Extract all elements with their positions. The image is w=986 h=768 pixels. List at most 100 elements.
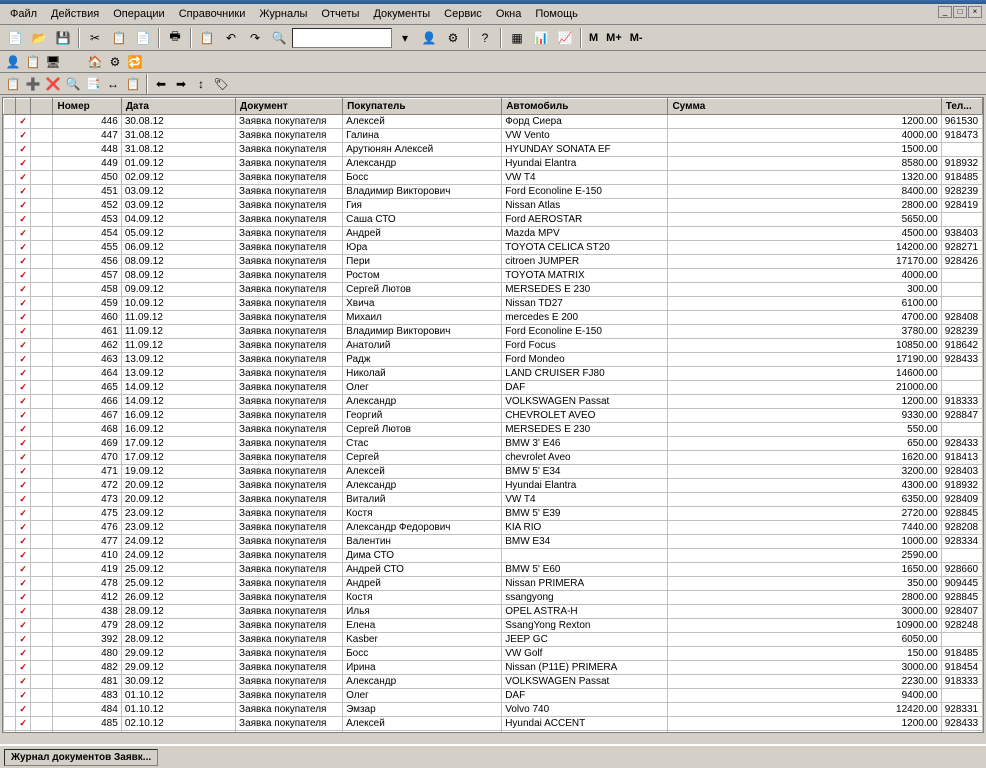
nav2-icon[interactable]: 📋 bbox=[24, 53, 42, 71]
table-row[interactable]: ✓46011.09.12Заявка покупателяМихаилmerce… bbox=[4, 311, 983, 325]
t3-9-icon[interactable]: ➡ bbox=[172, 75, 190, 93]
paste-icon[interactable]: 📄 bbox=[132, 27, 154, 49]
table-row[interactable]: ✓44901.09.12Заявка покупателяАлександрHy… bbox=[4, 157, 983, 171]
close-button[interactable]: × bbox=[968, 6, 982, 18]
cut-icon[interactable]: ✂ bbox=[84, 27, 106, 49]
table-icon[interactable]: ▦ bbox=[506, 27, 528, 49]
nav6-icon[interactable]: 🔁 bbox=[126, 53, 144, 71]
table-row[interactable]: ✓46413.09.12Заявка покупателяНиколайLAND… bbox=[4, 367, 983, 381]
search-combo[interactable] bbox=[292, 28, 392, 48]
filter-icon[interactable]: ⚙ bbox=[442, 27, 464, 49]
table-row[interactable]: ✓47220.09.12Заявка покупателяАлександрHy… bbox=[4, 479, 983, 493]
table-row[interactable]: ✓47928.09.12Заявка покупателяЕленаSsangY… bbox=[4, 619, 983, 633]
table-row[interactable]: ✓48502.10.12Заявка покупателяАлексейHyun… bbox=[4, 717, 983, 731]
copy-icon[interactable]: 📋 bbox=[108, 27, 130, 49]
table-row[interactable]: ✓47320.09.12Заявка покупателяВиталийVW T… bbox=[4, 493, 983, 507]
t3-2-icon[interactable]: ➕ bbox=[24, 75, 42, 93]
save-icon[interactable]: 💾 bbox=[52, 27, 74, 49]
maximize-button[interactable]: □ bbox=[953, 6, 967, 18]
table-row[interactable]: ✓46111.09.12Заявка покупателяВладимир Ви… bbox=[4, 325, 983, 339]
table-row[interactable]: ✓47724.09.12Заявка покупателяВалентинBMW… bbox=[4, 535, 983, 549]
col-marker3[interactable] bbox=[31, 99, 53, 115]
menu-actions[interactable]: Действия bbox=[45, 6, 105, 22]
table-row[interactable]: ✓45506.09.12Заявка покупателяЮраTOYOTA C… bbox=[4, 241, 983, 255]
doc-icon[interactable]: 📋 bbox=[196, 27, 218, 49]
table-row[interactable]: ✓46816.09.12Заявка покупателяСергей Люто… bbox=[4, 423, 983, 437]
table-row[interactable]: ✓48130.09.12Заявка покупателяАлександрVO… bbox=[4, 675, 983, 689]
menu-reports[interactable]: Отчеты bbox=[315, 6, 365, 22]
t3-3-icon[interactable]: ❌ bbox=[44, 75, 62, 93]
table-row[interactable]: ✓47825.09.12Заявка покупателяАндрейNissa… bbox=[4, 577, 983, 591]
menu-documents[interactable]: Документы bbox=[367, 6, 436, 22]
t3-11-icon[interactable]: 🏷 bbox=[212, 75, 230, 93]
memory-m[interactable]: M bbox=[586, 32, 601, 44]
menu-journals[interactable]: Журналы bbox=[253, 6, 313, 22]
table-row[interactable]: ✓45304.09.12Заявка покупателяСаша СТОFor… bbox=[4, 213, 983, 227]
t3-1-icon[interactable]: 📋 bbox=[4, 75, 22, 93]
table-row[interactable]: ✓41925.09.12Заявка покупателяАндрей СТОB… bbox=[4, 563, 983, 577]
col-date[interactable]: Дата bbox=[121, 99, 235, 115]
chart-icon[interactable]: 📊 bbox=[530, 27, 552, 49]
table-row[interactable]: ✓46211.09.12Заявка покупателяАнатолийFor… bbox=[4, 339, 983, 353]
t3-8-icon[interactable]: ⬅ bbox=[152, 75, 170, 93]
table-row[interactable]: ✓41024.09.12Заявка покупателяДима СТО259… bbox=[4, 549, 983, 563]
report-icon[interactable]: 📈 bbox=[554, 27, 576, 49]
t3-5-icon[interactable]: 📑 bbox=[84, 75, 102, 93]
table-row[interactable]: ✓46716.09.12Заявка покупателяГеоргийCHEV… bbox=[4, 409, 983, 423]
col-car[interactable]: Автомобиль bbox=[502, 99, 668, 115]
table-row[interactable]: ✓47017.09.12Заявка покупателяСергейchevr… bbox=[4, 451, 983, 465]
menu-windows[interactable]: Окна bbox=[490, 6, 528, 22]
col-marker2[interactable] bbox=[16, 99, 31, 115]
table-row[interactable]: ✓45708.09.12Заявка покупателяРостомTOYOT… bbox=[4, 269, 983, 283]
new-icon[interactable]: 📄 bbox=[4, 27, 26, 49]
memory-mm[interactable]: M- bbox=[627, 32, 646, 44]
help-icon[interactable]: ? bbox=[474, 27, 496, 49]
table-row[interactable]: ✓46313.09.12Заявка покупателяРаджFord Mo… bbox=[4, 353, 983, 367]
table-row[interactable]: ✓45203.09.12Заявка покупателяГияNissan A… bbox=[4, 199, 983, 213]
menu-file[interactable]: Файл bbox=[4, 6, 43, 22]
menu-service[interactable]: Сервис bbox=[438, 6, 488, 22]
nav5-icon[interactable]: ⚙ bbox=[106, 53, 124, 71]
table-row[interactable]: ✓45103.09.12Заявка покупателяВладимир Ви… bbox=[4, 185, 983, 199]
user-icon[interactable]: 👤 bbox=[418, 27, 440, 49]
table-row[interactable]: ✓44831.08.12Заявка покупателяАрутюнян Ал… bbox=[4, 143, 983, 157]
col-number[interactable]: Номер bbox=[53, 99, 121, 115]
taskbar-button[interactable]: Журнал документов Заявк... bbox=[4, 749, 158, 766]
table-row[interactable]: ✓44731.08.12Заявка покупателяГалинаVW Ve… bbox=[4, 129, 983, 143]
table-row[interactable]: ✓39228.09.12Заявка покупателяKasberJEEP … bbox=[4, 633, 983, 647]
table-row[interactable]: ✓43828.09.12Заявка покупателяИльяOPEL AS… bbox=[4, 605, 983, 619]
minimize-button[interactable]: _ bbox=[938, 6, 952, 18]
redo-icon[interactable]: ↷ bbox=[244, 27, 266, 49]
menu-help[interactable]: Помощь bbox=[529, 6, 584, 22]
t3-6-icon[interactable]: ↔ bbox=[104, 75, 122, 93]
table-row[interactable]: ✓46917.09.12Заявка покупателяСтасBMW 3' … bbox=[4, 437, 983, 451]
menu-operations[interactable]: Операции bbox=[107, 6, 170, 22]
table-row[interactable]: ✓48301.10.12Заявка покупателяОлегDAF9400… bbox=[4, 689, 983, 703]
col-buyer[interactable]: Покупатель bbox=[343, 99, 502, 115]
col-sum[interactable]: Сумма bbox=[668, 99, 941, 115]
table-row[interactable]: ✓47523.09.12Заявка покупателяКостяBMW 5'… bbox=[4, 507, 983, 521]
table-row[interactable]: ✓48401.10.12Заявка покупателяЭмзарVolvo … bbox=[4, 703, 983, 717]
undo-icon[interactable]: ↶ bbox=[220, 27, 242, 49]
nav3-icon[interactable]: 🖥 bbox=[44, 53, 62, 71]
table-row[interactable]: ✓48029.09.12Заявка покупателяБоссVW Golf… bbox=[4, 647, 983, 661]
col-document[interactable]: Документ bbox=[236, 99, 343, 115]
open-icon[interactable]: 📂 bbox=[28, 27, 50, 49]
table-row[interactable]: ✓45002.09.12Заявка покупателяБоссVW T413… bbox=[4, 171, 983, 185]
table-row[interactable]: ✓45608.09.12Заявка покупателяПериcitroen… bbox=[4, 255, 983, 269]
table-row[interactable]: ✓48229.09.12Заявка покупателяИринаNissan… bbox=[4, 661, 983, 675]
table-row[interactable]: ✓47623.09.12Заявка покупателяАлександр Ф… bbox=[4, 521, 983, 535]
t3-4-icon[interactable]: 🔍 bbox=[64, 75, 82, 93]
document-grid[interactable]: Номер Дата Документ Покупатель Автомобил… bbox=[2, 97, 984, 733]
table-row[interactable]: ✓41226.09.12Заявка покупателяКостяssangy… bbox=[4, 591, 983, 605]
table-row[interactable]: ✓46514.09.12Заявка покупателяОлегDAF2100… bbox=[4, 381, 983, 395]
table-row[interactable]: ✓44630.08.12Заявка покупателяАлексейФорд… bbox=[4, 115, 983, 129]
table-row[interactable]: ✓46614.09.12Заявка покупателяАлександрVO… bbox=[4, 395, 983, 409]
print-icon[interactable]: 🖶 bbox=[164, 27, 186, 49]
nav4-icon[interactable]: 🏠 bbox=[86, 53, 104, 71]
col-marker1[interactable] bbox=[4, 99, 16, 115]
table-row[interactable]: ✓45809.09.12Заявка покупателяСергей Люто… bbox=[4, 283, 983, 297]
col-phone[interactable]: Тел... bbox=[941, 99, 982, 115]
table-row[interactable]: ✓45910.09.12Заявка покупателяХвичаNissan… bbox=[4, 297, 983, 311]
menu-ref[interactable]: Справочники bbox=[173, 6, 252, 22]
